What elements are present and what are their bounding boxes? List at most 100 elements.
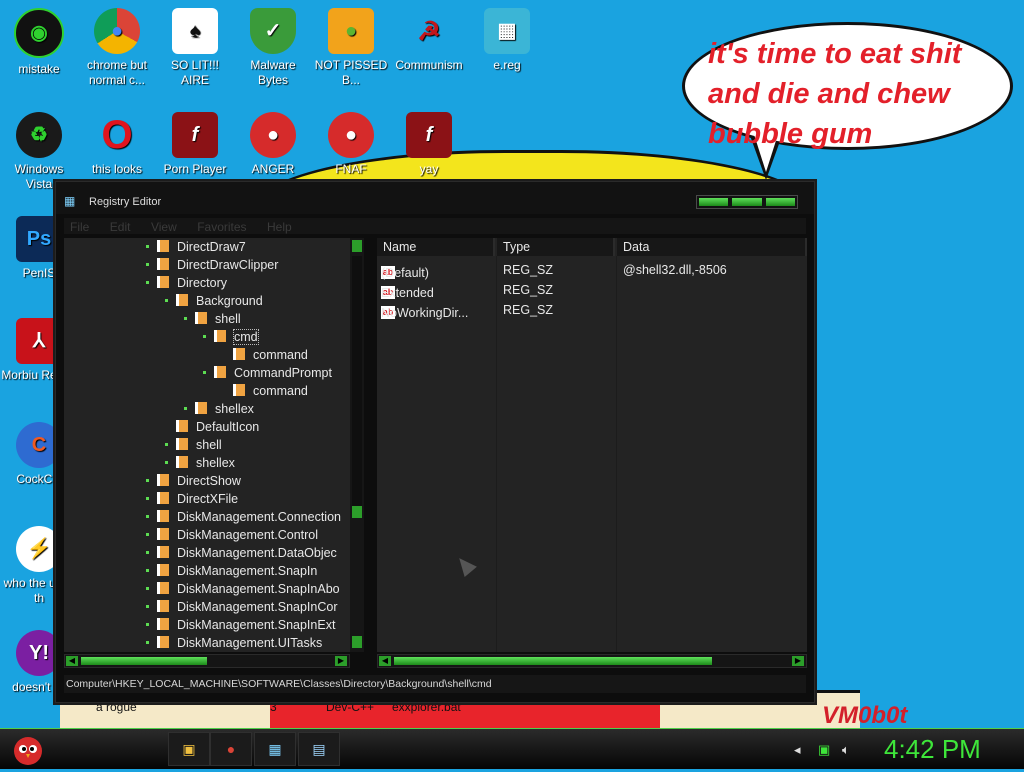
folder-icon [176, 420, 188, 432]
desktop-icon-porn-player[interactable]: f Porn Player [156, 112, 234, 177]
flash-icon: f [406, 112, 452, 158]
tree-node[interactable]: DirectXFile [146, 492, 238, 510]
desktop-icon-communism[interactable]: ☭ Communism [390, 8, 468, 73]
column-header-type[interactable]: Type [497, 238, 615, 256]
tree-node[interactable]: DiskManagement.SnapInCor [146, 600, 338, 618]
tree-expander[interactable] [203, 371, 206, 374]
scroll-right-button[interactable]: ▶ [792, 656, 804, 666]
tree-expander[interactable] [146, 533, 149, 536]
taskbar-explorer-button[interactable]: ▣ [168, 732, 210, 766]
tree-expander[interactable] [146, 479, 149, 482]
tree-horizontal-scrollbar[interactable]: ◀ ▶ [64, 654, 350, 668]
tree-expander[interactable] [165, 461, 168, 464]
tree-node[interactable]: shell [165, 438, 222, 456]
menu-view[interactable]: View [151, 220, 177, 234]
taskbar-chrome-button[interactable]: ● [210, 732, 252, 766]
tree-expander[interactable] [184, 317, 187, 320]
title-bar[interactable]: ▦ Registry Editor [56, 182, 814, 214]
tree-node[interactable]: DiskManagement.Connection [146, 510, 341, 528]
taskbar-clock[interactable]: 4:42 PM [884, 734, 981, 765]
tree-node[interactable]: DiskManagement.Control [146, 528, 318, 546]
tree-vertical-scrollbar[interactable] [350, 238, 364, 652]
desktop-icon-malwarebytes[interactable]: ✓ Malware Bytes [234, 8, 312, 88]
volume-icon[interactable]: 🔈︎ [842, 742, 850, 758]
value-row[interactable]: ab NoWorkingDir... REG_SZ [377, 300, 807, 320]
tree-node[interactable]: DiskManagement.UITasks [146, 636, 322, 652]
tree-expander[interactable] [184, 407, 187, 410]
tree-expander[interactable] [146, 587, 149, 590]
column-header-name[interactable]: Name [377, 238, 495, 256]
tree-node[interactable]: command [233, 348, 308, 366]
desktop-icon-not-pissed[interactable]: ● NOT PISSED B... [312, 8, 390, 88]
speech-bubble-text: it's time to eat shit and die and chew b… [708, 38, 962, 150]
taskbar-regedit-button[interactable]: ▦ [254, 732, 296, 766]
taskbar-notepad-button[interactable]: ▤ [298, 732, 340, 766]
tree-node[interactable]: shellex [165, 456, 235, 474]
desktop-icon-yay[interactable]: f yay [390, 112, 468, 177]
tree-node[interactable]: DirectDraw7 [146, 240, 246, 258]
tree-expander[interactable] [165, 299, 168, 302]
scroll-right-button[interactable]: ▶ [335, 656, 347, 666]
tree-expander[interactable] [146, 497, 149, 500]
scroll-up-button[interactable] [352, 240, 362, 252]
value-row[interactable]: ab (Default) REG_SZ @shell32.dll,-8506 [377, 260, 807, 280]
scroll-thumb[interactable] [352, 256, 362, 506]
tree-node[interactable]: shell [184, 312, 241, 330]
menu-help[interactable]: Help [267, 220, 292, 234]
tree-node[interactable]: CommandPrompt [203, 366, 332, 384]
tree-node[interactable]: command [233, 384, 308, 402]
folder-icon [157, 492, 169, 504]
scroll-grip[interactable] [352, 506, 362, 518]
tree-expander[interactable] [146, 515, 149, 518]
tree-node[interactable]: DiskManagement.SnapInAbo [146, 582, 340, 600]
column-header-data[interactable]: Data [617, 238, 807, 256]
minimize-button[interactable] [699, 198, 729, 206]
tree-expander[interactable] [146, 623, 149, 626]
scroll-left-button[interactable]: ◀ [379, 656, 391, 666]
tree-expander[interactable] [146, 641, 149, 644]
desktop-icon-anger[interactable]: ● ANGER [234, 112, 312, 177]
menu-file[interactable]: File [70, 220, 89, 234]
scroll-left-button[interactable]: ◀ [66, 656, 78, 666]
key-tree[interactable]: DirectDraw7 DirectDrawClipper Directory … [64, 238, 364, 652]
desktop-icon-solitaire[interactable]: ♠ SO LIT!!! AIRE [156, 8, 234, 88]
chevron-icon[interactable]: ◂ [794, 742, 801, 758]
tree-expander[interactable] [203, 335, 206, 338]
tree-node[interactable]: DirectShow [146, 474, 241, 492]
tree-node[interactable]: DirectDrawClipper [146, 258, 278, 276]
registry-editor-window[interactable]: ▦ Registry Editor File Edit View Favorit… [55, 181, 815, 703]
desktop-icon-ereg[interactable]: ▦ e.reg [468, 8, 546, 73]
desktop-icon-chrome[interactable]: ● chrome but normal c... [78, 8, 156, 88]
desktop-icon-fnaf[interactable]: ● FNAF [312, 112, 390, 177]
scroll-down-button[interactable] [352, 636, 362, 648]
close-button[interactable] [765, 198, 795, 206]
tree-node[interactable]: Background [165, 294, 263, 312]
tree-node[interactable]: shellex [184, 402, 254, 420]
tree-expander[interactable] [146, 263, 149, 266]
scroll-thumb[interactable] [394, 657, 712, 665]
menu-edit[interactable]: Edit [110, 220, 131, 234]
start-button[interactable] [6, 731, 50, 767]
tree-expander[interactable] [165, 443, 168, 446]
tree-node[interactable]: DiskManagement.DataObjec [146, 546, 337, 564]
maximize-button[interactable] [732, 198, 762, 206]
network-icon[interactable]: ▣ [818, 742, 830, 758]
tree-node[interactable]: DiskManagement.SnapIn [146, 564, 317, 582]
tree-expander[interactable] [146, 569, 149, 572]
tree-expander[interactable] [146, 245, 149, 248]
tree-expander[interactable] [146, 551, 149, 554]
scroll-thumb[interactable] [81, 657, 207, 665]
value-list[interactable]: Name Type Data ab (Default) REG_SZ @shell… [377, 238, 807, 652]
tree-node[interactable]: DiskManagement.SnapInExt [146, 618, 335, 636]
tree-node[interactable]: DefaultIcon [176, 420, 259, 438]
tree-expander[interactable] [146, 605, 149, 608]
value-row[interactable]: ab Extended REG_SZ [377, 280, 807, 300]
desktop-icon-opera[interactable]: O this looks [78, 112, 156, 177]
tree-expander[interactable] [146, 281, 149, 284]
tree-node[interactable]: Directory [146, 276, 227, 294]
menu-favorites[interactable]: Favorites [197, 220, 246, 234]
list-horizontal-scrollbar[interactable]: ◀ ▶ [377, 654, 807, 668]
desktop-icon-mistake[interactable]: ◉ mistake [0, 8, 78, 77]
tree-node-selected[interactable]: cmd [203, 329, 259, 348]
desktop-icon-windows-vista[interactable]: ♻ Windows Vista [0, 112, 78, 192]
